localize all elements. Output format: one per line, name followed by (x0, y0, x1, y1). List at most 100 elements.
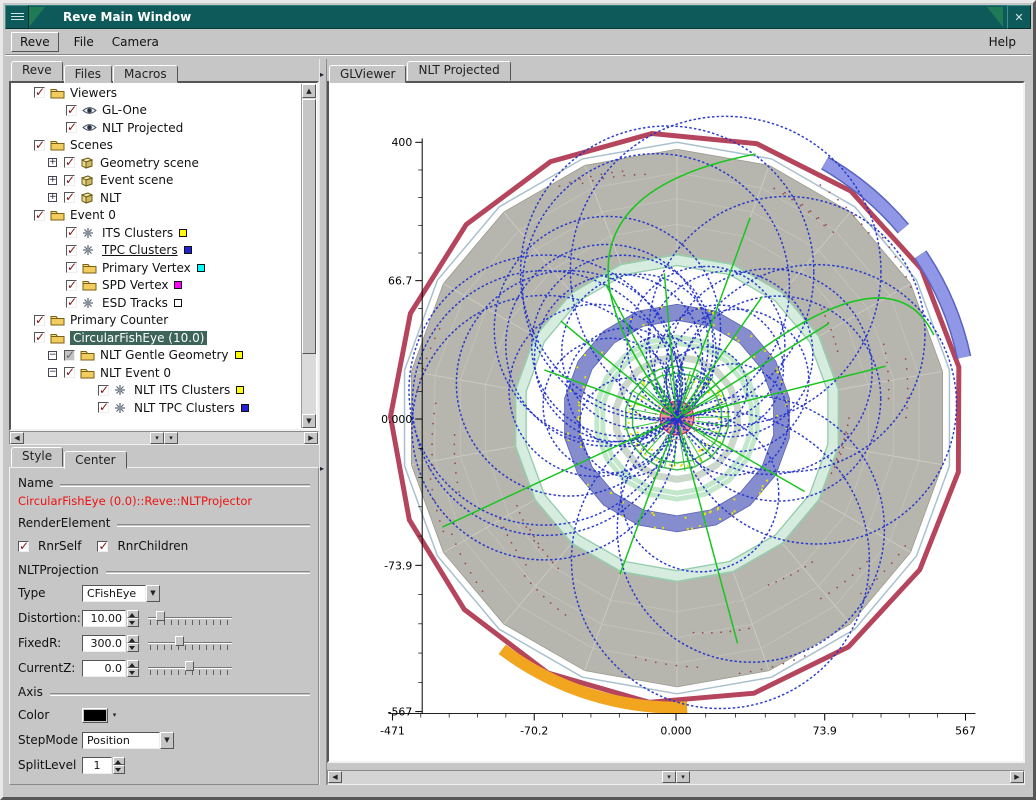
rnrself-checkbox[interactable] (18, 541, 29, 552)
scroll-up-button[interactable] (302, 84, 316, 98)
scrollbar-thumb[interactable] (302, 99, 316, 354)
tree-checkbox[interactable] (66, 280, 77, 291)
tree-item-label[interactable]: ITS Clusters (102, 226, 173, 240)
tree-item-label[interactable]: NLT Event 0 (100, 366, 171, 380)
color-swatch[interactable] (82, 708, 108, 723)
panel-splitter[interactable] (319, 59, 327, 785)
scroll-down-button[interactable] (302, 414, 316, 428)
tree-item[interactable]: NLT TPC Clusters (12, 399, 301, 417)
tree-checkbox[interactable] (34, 332, 45, 343)
tree-expander[interactable]: + (48, 158, 57, 167)
tree-item[interactable]: NLT ITS Clusters (12, 382, 301, 400)
tree-checkbox[interactable] (66, 105, 77, 116)
tree-item[interactable]: ITS Clusters (12, 224, 301, 242)
currentz-slider[interactable] (148, 660, 232, 676)
tree-item-label[interactable]: ESD Tracks (102, 296, 168, 310)
tree-item-label[interactable]: TPC Clusters (102, 243, 178, 257)
tab-center[interactable]: Center (64, 451, 126, 469)
scroll-right-button[interactable] (304, 432, 318, 444)
rnrchildren-checkbox[interactable] (97, 541, 108, 552)
fixedr-slider[interactable] (148, 635, 232, 651)
tree-checkbox[interactable] (98, 385, 109, 396)
tab-reve[interactable]: Reve (11, 61, 63, 81)
tab-files[interactable]: Files (64, 65, 112, 83)
event-display-svg[interactable]: 40066.70.000-73.9-567-471-70.20.00073.95… (329, 83, 1023, 761)
menu-help[interactable]: Help (980, 32, 1025, 52)
fixedr-input[interactable]: 300.0 (82, 635, 126, 652)
tree-item[interactable]: TPC Clusters (12, 242, 301, 260)
tree-hscrollbar[interactable] (9, 431, 319, 445)
collapse-button[interactable] (150, 432, 164, 444)
slider-thumb[interactable] (156, 611, 165, 621)
slider-thumb[interactable] (175, 636, 184, 646)
tree-item[interactable]: Primary Vertex (12, 259, 301, 277)
tab-glviewer[interactable]: GLViewer (329, 65, 406, 83)
tree-item[interactable]: NLT Projected (12, 119, 301, 137)
tree-checkbox[interactable] (66, 122, 77, 133)
scroll-right-button[interactable] (1010, 771, 1024, 783)
tree-item[interactable]: Viewers (12, 84, 301, 102)
tab-macros[interactable]: Macros (113, 65, 178, 83)
tree-item[interactable]: Scenes (12, 137, 301, 155)
tree-checkbox[interactable] (66, 227, 77, 238)
chevron-down-icon[interactable] (146, 585, 160, 602)
tree-item[interactable]: CircularFishEye (10.0) (12, 329, 301, 347)
window-menu-button[interactable] (5, 5, 29, 29)
scroll-left-button[interactable] (10, 432, 24, 444)
tree-checkbox[interactable] (34, 140, 45, 151)
tree-item-label[interactable]: Geometry scene (100, 156, 199, 170)
tree-item-label[interactable]: Primary Vertex (102, 261, 191, 275)
tree-item-label[interactable]: Scenes (70, 138, 113, 152)
splitlevel-spinner[interactable] (113, 757, 125, 774)
tree-checkbox[interactable] (98, 402, 109, 413)
tree-item[interactable]: + Geometry scene (12, 154, 301, 172)
menu-reve[interactable]: Reve (11, 32, 59, 52)
menu-file[interactable]: File (65, 32, 103, 52)
tree-checkbox[interactable] (34, 210, 45, 221)
tree-checkbox[interactable] (66, 262, 77, 273)
tree-item-label[interactable]: Event 0 (70, 208, 116, 222)
collapse-button[interactable] (676, 771, 690, 783)
titlebar[interactable]: Reve Main Window (29, 5, 1007, 29)
currentz-spinner[interactable] (127, 660, 139, 677)
distortion-spinner[interactable] (127, 610, 139, 627)
type-combobox[interactable]: CFishEye (82, 585, 160, 602)
menu-camera[interactable]: Camera (103, 32, 168, 52)
tree-item-label[interactable]: NLT (100, 191, 121, 205)
tree-item-label[interactable]: Viewers (70, 86, 117, 100)
currentz-input[interactable]: 0.0 (82, 660, 126, 677)
tree-expander[interactable]: − (48, 351, 57, 360)
viewer-canvas[interactable]: 40066.70.000-73.9-567-471-70.20.00073.95… (327, 81, 1025, 763)
distortion-slider[interactable] (148, 610, 232, 626)
chevron-down-icon[interactable] (160, 732, 174, 749)
viewer-hscrollbar[interactable] (327, 770, 1025, 785)
tree-expander[interactable]: − (48, 368, 57, 377)
distortion-input[interactable]: 10.00 (82, 610, 126, 627)
tree-item-label[interactable]: Primary Counter (70, 313, 168, 327)
tree-item-label[interactable]: GL-One (102, 103, 147, 117)
collapse-button[interactable] (662, 771, 676, 783)
tree-item[interactable]: −NLT Gentle Geometry (12, 347, 301, 365)
window-close-button[interactable] (1007, 5, 1031, 29)
tree-scrollbar[interactable] (301, 84, 316, 428)
tree-checkbox[interactable] (64, 350, 75, 361)
tree-checkbox[interactable] (34, 87, 45, 98)
tab-style[interactable]: Style (11, 447, 63, 467)
splitlevel-input[interactable]: 1 (82, 757, 112, 774)
tree-checkbox[interactable] (66, 245, 77, 256)
tree-checkbox[interactable] (64, 367, 75, 378)
color-dropdown-button[interactable] (110, 711, 119, 719)
tree-item[interactable]: Primary Counter (12, 312, 301, 330)
tree-item-label[interactable]: SPD Vertex (102, 278, 168, 292)
tree-item-label[interactable]: NLT Projected (102, 121, 183, 135)
tree-item-label[interactable]: NLT TPC Clusters (134, 401, 235, 415)
tree-item[interactable]: Event 0 (12, 207, 301, 225)
tree-expander[interactable]: + (48, 176, 57, 185)
tree-item[interactable]: − NLT Event 0 (12, 364, 301, 382)
tree-item[interactable]: +Event scene (12, 172, 301, 190)
tree-item-label[interactable]: NLT ITS Clusters (134, 383, 230, 397)
tab-nlt-projected[interactable]: NLT Projected (407, 61, 510, 81)
tree-checkbox[interactable] (66, 297, 77, 308)
stepmode-combobox[interactable]: Position (82, 732, 174, 749)
scroll-left-button[interactable] (328, 771, 342, 783)
